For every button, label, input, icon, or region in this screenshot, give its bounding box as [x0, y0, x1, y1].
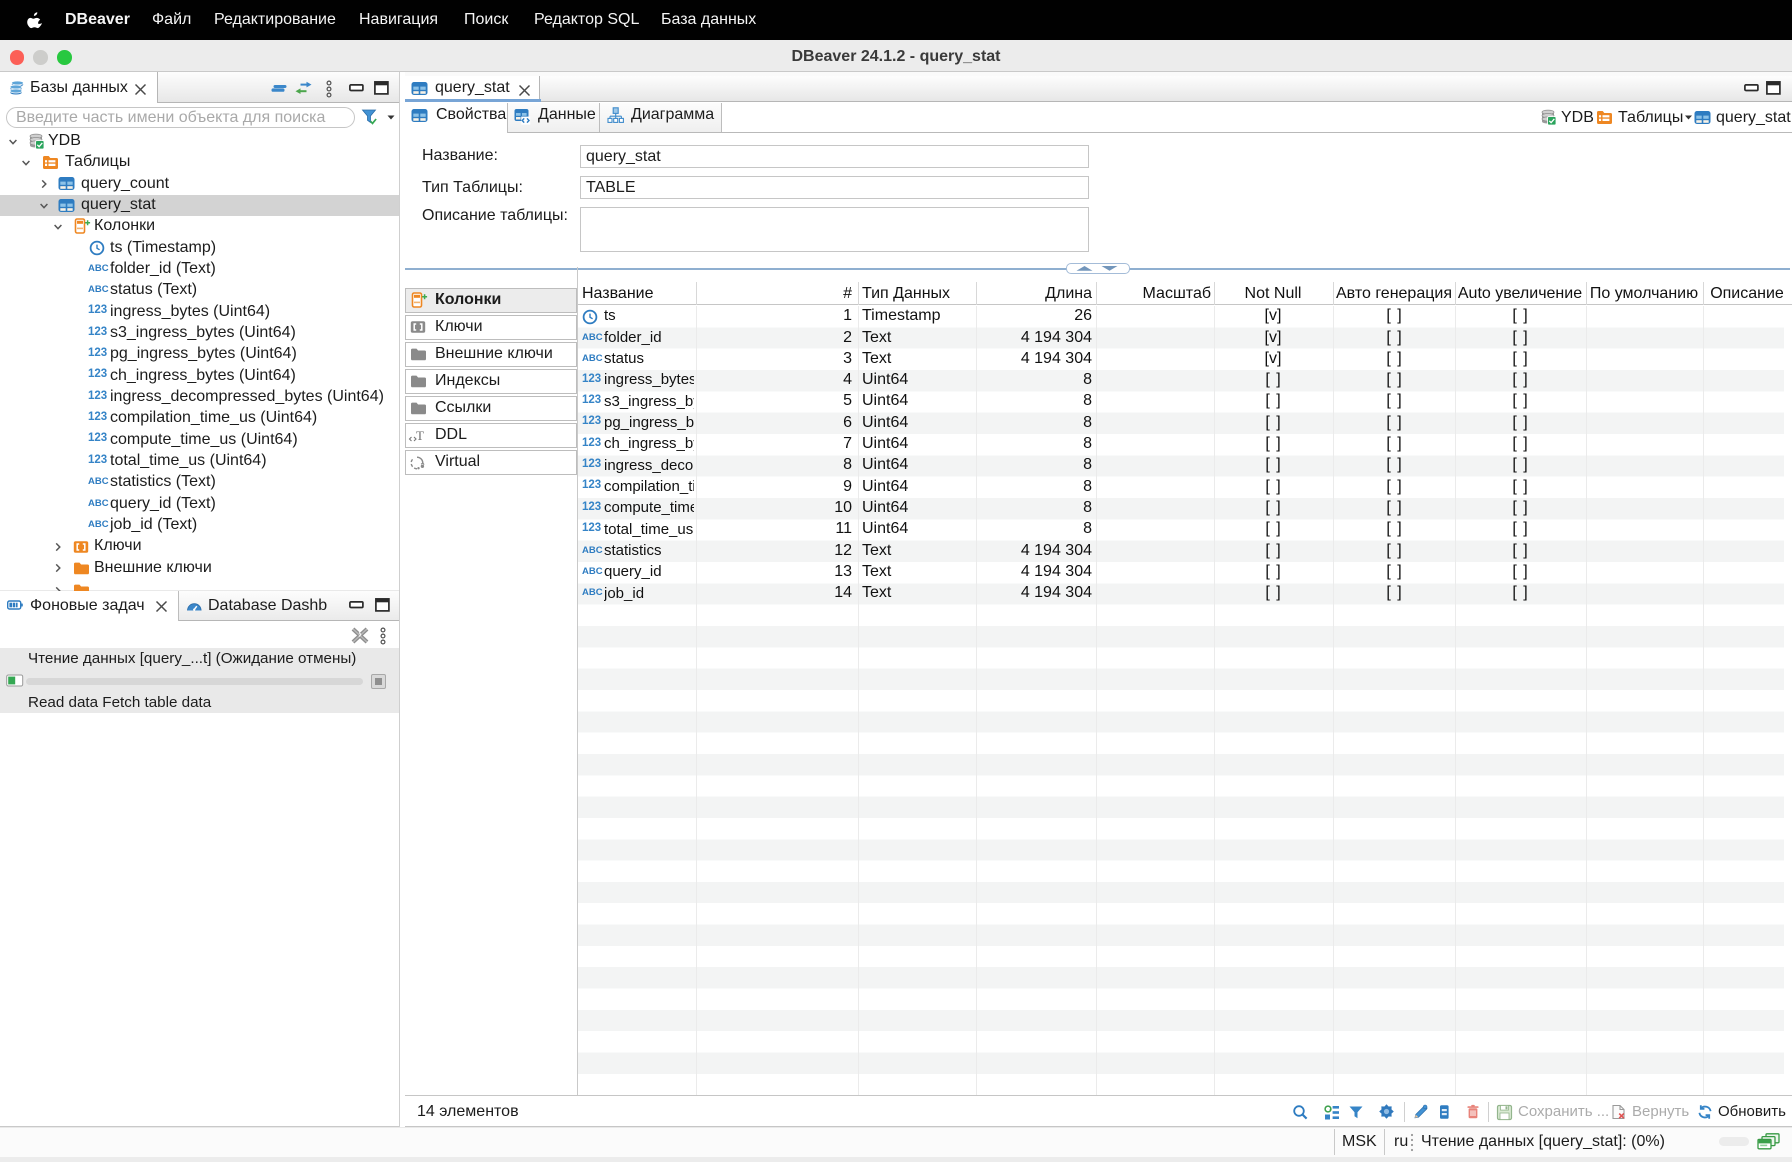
svg-text:T: T	[416, 428, 424, 443]
